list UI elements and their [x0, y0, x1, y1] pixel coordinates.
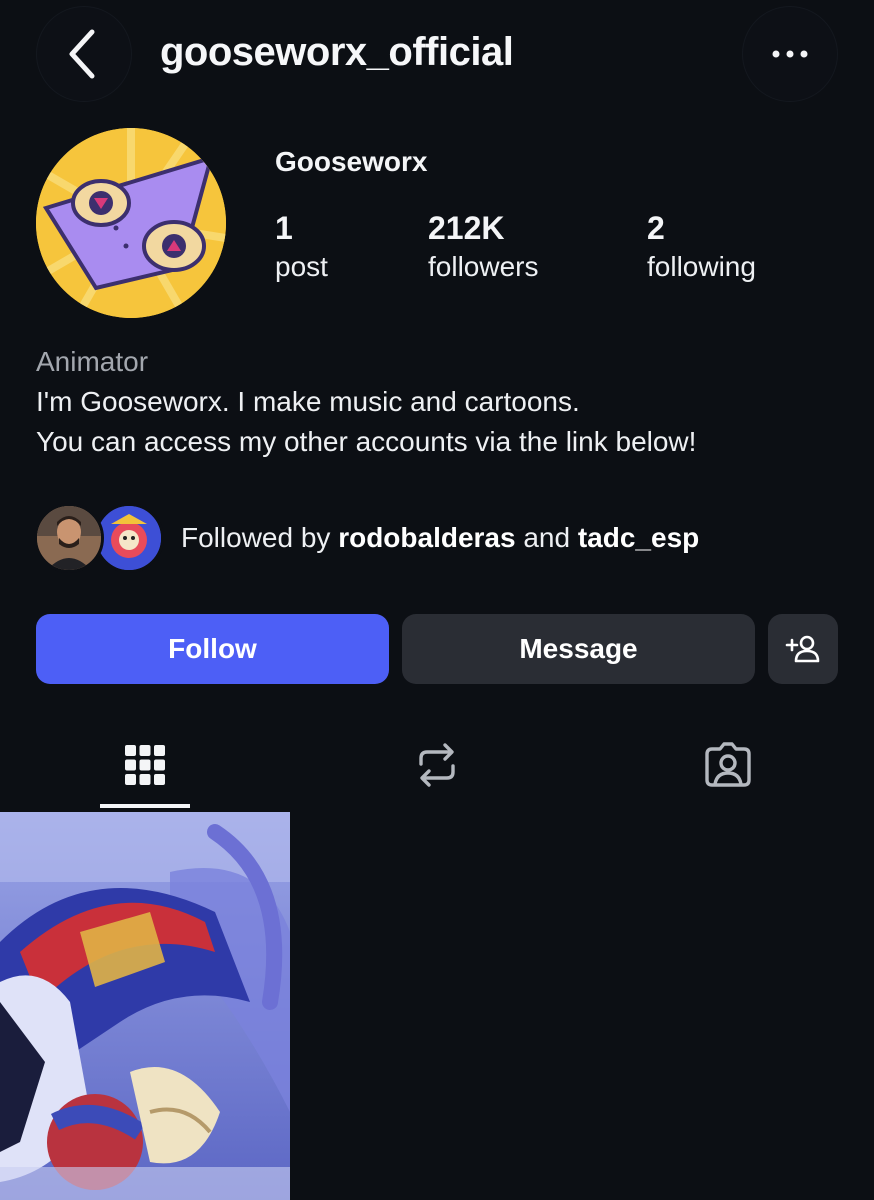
tab-tagged[interactable]	[683, 720, 773, 810]
back-button[interactable]	[36, 6, 132, 102]
followers-count[interactable]: 212K followers	[428, 208, 538, 286]
following-count-label: following	[647, 251, 756, 282]
chevron-left-icon	[69, 29, 95, 79]
mutual-follower-avatar[interactable]	[94, 503, 164, 573]
follow-button[interactable]: Follow	[36, 614, 389, 684]
mutual-follower-name[interactable]: tadc_esp	[578, 522, 699, 553]
followers-count-value: 212K	[428, 210, 505, 246]
more-horizontal-icon	[772, 50, 808, 58]
followed-by-conjunction: and	[515, 522, 578, 553]
bio-text-line: I'm Gooseworx. I make music and cartoons…	[36, 386, 580, 417]
posts-count-label: post	[275, 251, 328, 282]
followed-by-text[interactable]: Followed by rodobalderas and tadc_esp	[181, 522, 699, 554]
posts-count[interactable]: 1 post	[275, 208, 328, 286]
followed-by-prefix: Followed by	[181, 522, 339, 553]
bio-text-line: You can access my other accounts via the…	[36, 426, 697, 457]
following-count-value: 2	[647, 210, 665, 246]
person-photo	[37, 506, 101, 570]
avatar-artwork	[36, 128, 226, 318]
bio-category: Animator	[36, 346, 149, 377]
tab-reposts[interactable]	[392, 720, 482, 810]
mutual-follower-avatar[interactable]	[34, 503, 104, 573]
message-button[interactable]: Message	[402, 614, 755, 684]
posts-count-value: 1	[275, 210, 293, 246]
post-image	[0, 812, 290, 1200]
grid-icon	[125, 745, 165, 785]
repost-icon	[419, 743, 455, 787]
profile-username: gooseworx_official	[160, 30, 514, 74]
tagged-person-icon	[705, 742, 751, 787]
followers-count-label: followers	[428, 251, 539, 282]
tab-posts-grid[interactable]	[100, 720, 190, 810]
more-options-button[interactable]	[742, 6, 838, 102]
following-count[interactable]: 2 following	[647, 208, 756, 286]
mutual-follower-name[interactable]: rodobalderas	[338, 522, 515, 553]
active-tab-indicator	[100, 804, 190, 808]
display-name: Gooseworx	[275, 146, 428, 177]
add-person-icon	[785, 635, 820, 663]
cartoon-avatar	[97, 506, 161, 570]
profile-avatar[interactable]	[36, 128, 226, 318]
suggest-accounts-button[interactable]	[768, 614, 838, 684]
post-thumbnail[interactable]	[0, 812, 290, 1200]
